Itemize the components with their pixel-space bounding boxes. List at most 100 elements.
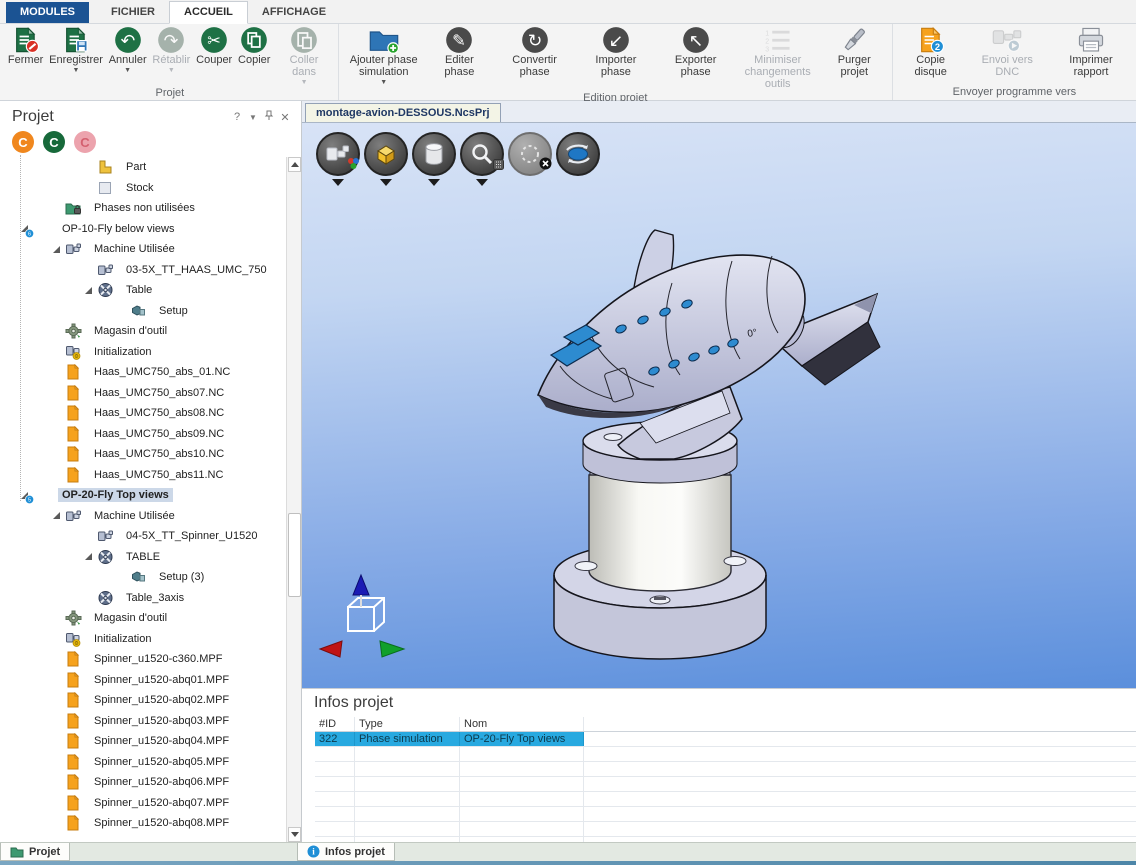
- dropdown-caret-icon[interactable]: [332, 179, 344, 186]
- c-orange-icon[interactable]: C: [12, 131, 34, 153]
- tree-item-phases-non-utilis-es[interactable]: Phases non utilisées: [0, 198, 301, 219]
- column-header-id[interactable]: #ID: [315, 717, 355, 731]
- tree-item-stock[interactable]: Stock: [0, 178, 301, 199]
- tree-item-label: Spinner_u1520-abq04.MPF: [90, 734, 233, 748]
- ribbon-tab-modules[interactable]: MODULES: [6, 2, 89, 23]
- tree-item-spinner-u1520-abq02-mpf[interactable]: Spinner_u1520-abq02.MPF: [0, 690, 301, 711]
- ribbon-button-imprimer-rapport[interactable]: Imprimer rapport: [1049, 25, 1133, 80]
- expander-icon[interactable]: [85, 553, 92, 560]
- help-icon[interactable]: ?: [229, 111, 245, 123]
- ribbon-button-fermer[interactable]: Fermer: [5, 25, 46, 68]
- tree-item-haas-umc750-abs07-nc[interactable]: Haas_UMC750_abs07.NC: [0, 383, 301, 404]
- tree-item-machine-utilis-e[interactable]: Machine Utilisée: [0, 506, 301, 527]
- ribbon-button-editer-phase[interactable]: ✎Editer phase: [426, 25, 493, 80]
- pin-icon[interactable]: [261, 110, 277, 124]
- tree-item-spinner-u1520-abq01-mpf[interactable]: Spinner_u1520-abq01.MPF: [0, 670, 301, 691]
- ribbon-button-label: Imprimer rapport: [1052, 55, 1130, 79]
- tree-item-magasin-d-outil[interactable]: Magasin d'outil: [0, 321, 301, 342]
- tree-item-spinner-u1520-c360-mpf[interactable]: Spinner_u1520-c360.MPF: [0, 649, 301, 670]
- tree-item-haas-umc750-abs-01-nc[interactable]: Haas_UMC750_abs_01.NC: [0, 362, 301, 383]
- viewport-tool-tb-cylinder[interactable]: [412, 132, 459, 192]
- expander-icon[interactable]: [85, 287, 92, 294]
- viewport-tool-tb-lasso: [508, 132, 555, 192]
- tree-item-spinner-u1520-abq04-mpf[interactable]: Spinner_u1520-abq04.MPF: [0, 731, 301, 752]
- ribbon-button-label: Editer phase: [429, 55, 490, 79]
- viewport-tool-tb-machine[interactable]: [316, 132, 363, 192]
- ribbon-button-couper[interactable]: ✂Couper: [193, 25, 235, 68]
- chevron-down-icon[interactable]: ▼: [245, 113, 261, 122]
- viewport-3d[interactable]: 0°: [302, 123, 1136, 688]
- tree-item-label: Machine Utilisée: [90, 242, 179, 256]
- tree-item-haas-umc750-abs10-nc[interactable]: Haas_UMC750_abs10.NC: [0, 444, 301, 465]
- tree-item-label: TABLE: [122, 550, 164, 564]
- ribbon-tabbar: MODULES FICHIERACCUEILAFFICHAGE: [0, 0, 1136, 24]
- statusbar-tab-infos[interactable]: i Infos projet: [297, 843, 395, 861]
- viewport-tool-tb-cube[interactable]: [364, 132, 411, 192]
- ribbon-button-importer-phase[interactable]: ↙Importer phase: [576, 25, 655, 80]
- table-wheel-icon: [97, 590, 114, 606]
- infos-table-row[interactable]: 322Phase simulationOP-20-Fly Top views: [315, 732, 1136, 747]
- ribbon-button-ajouter-phase-simulation[interactable]: Ajouter phase simulation ▼: [342, 25, 426, 87]
- ribbon-button-enregistrer[interactable]: Enregistrer ▼: [46, 25, 106, 75]
- expander-icon[interactable]: [53, 512, 60, 519]
- tree-item-03-5x-tt-haas-umc-750[interactable]: 03-5X_TT_HAAS_UMC_750: [0, 260, 301, 281]
- ribbon-button-annuler[interactable]: ↶Annuler ▼: [106, 25, 150, 75]
- project-tree: Part Stock Phases non utilisées 6 OP-10-…: [0, 157, 301, 834]
- dropdown-caret-icon[interactable]: [380, 179, 392, 186]
- ribbon-button-copier[interactable]: Copier: [235, 25, 273, 68]
- tree-item-label: 03-5X_TT_HAAS_UMC_750: [122, 263, 271, 277]
- tree-item-setup[interactable]: Setup: [0, 301, 301, 322]
- svg-text:↙: ↙: [609, 30, 624, 50]
- tree-item-label: OP-10-Fly below views: [58, 222, 178, 236]
- machine-icon: [65, 508, 82, 524]
- tree-item-spinner-u1520-abq05-mpf[interactable]: Spinner_u1520-abq05.MPF: [0, 752, 301, 773]
- tree-item-label: Spinner_u1520-abq02.MPF: [90, 693, 233, 707]
- column-header-type[interactable]: Type: [355, 717, 460, 731]
- close-icon[interactable]: ✕: [277, 111, 293, 124]
- expander-icon[interactable]: [53, 246, 60, 253]
- ribbon-tab-accueil[interactable]: ACCUEIL: [169, 1, 248, 24]
- viewport-tool-tb-zoom[interactable]: [460, 132, 507, 192]
- tree-item-table[interactable]: Table: [0, 280, 301, 301]
- ribbon-button-exporter-phase[interactable]: ↖Exporter phase: [656, 25, 736, 80]
- tree-scrollbar[interactable]: [286, 157, 301, 842]
- tree-item-op-20-fly-top-views[interactable]: 5 OP-20-Fly Top views: [0, 485, 301, 506]
- infos-table-empty-row: [315, 822, 1136, 837]
- statusbar-tab-projet[interactable]: Projet: [0, 843, 70, 861]
- c-green-icon[interactable]: C: [43, 131, 65, 153]
- tree-item-spinner-u1520-abq03-mpf[interactable]: Spinner_u1520-abq03.MPF: [0, 711, 301, 732]
- c-pink-icon[interactable]: C: [74, 131, 96, 153]
- ribbon-groups: Fermer Enregistrer ▼ ↶Annuler ▼ ↷Rétabli…: [0, 24, 1136, 100]
- tree-item-haas-umc750-abs08-nc[interactable]: Haas_UMC750_abs08.NC: [0, 403, 301, 424]
- ribbon-tab-affichage[interactable]: AFFICHAGE: [248, 2, 340, 23]
- tree-item-04-5x-tt-spinner-u1520[interactable]: 04-5X_TT_Spinner_U1520: [0, 526, 301, 547]
- tree-item-haas-umc750-abs11-nc[interactable]: Haas_UMC750_abs11.NC: [0, 465, 301, 486]
- tree-item-part[interactable]: Part: [0, 157, 301, 178]
- tree-item-table[interactable]: TABLE: [0, 547, 301, 568]
- ribbon-button-convertir-phase[interactable]: ↻Convertir phase: [493, 25, 576, 80]
- tree-item-initialization[interactable]: ⚙ Initialization: [0, 629, 301, 650]
- tree-item-haas-umc750-abs09-nc[interactable]: Haas_UMC750_abs09.NC: [0, 424, 301, 445]
- tree-item-spinner-u1520-abq07-mpf[interactable]: Spinner_u1520-abq07.MPF: [0, 793, 301, 814]
- dropdown-caret-icon[interactable]: [476, 179, 488, 186]
- scroll-up-icon[interactable]: [288, 157, 301, 172]
- ribbon-tab-fichier[interactable]: FICHIER: [97, 2, 169, 23]
- tree-item-setup-3-[interactable]: Setup (3): [0, 567, 301, 588]
- scroll-down-icon[interactable]: [288, 827, 301, 842]
- tree-item-spinner-u1520-abq06-mpf[interactable]: Spinner_u1520-abq06.MPF: [0, 772, 301, 793]
- infos-table-header: #IDTypeNom: [315, 717, 1136, 732]
- tree-item-op-10-fly-below-views[interactable]: 6 OP-10-Fly below views: [0, 219, 301, 240]
- column-header-nom[interactable]: Nom: [460, 717, 584, 731]
- tree-item-initialization[interactable]: ⚙ Initialization: [0, 342, 301, 363]
- table-wheel-icon: [97, 282, 114, 298]
- tree-item-machine-utilis-e[interactable]: Machine Utilisée: [0, 239, 301, 260]
- tree-item-spinner-u1520-abq08-mpf[interactable]: Spinner_u1520-abq08.MPF: [0, 813, 301, 834]
- tree-item-magasin-d-outil[interactable]: Magasin d'outil: [0, 608, 301, 629]
- scrollbar-thumb[interactable]: [288, 513, 301, 597]
- ribbon-button-copie-disque[interactable]: 2Copie disque: [896, 25, 966, 80]
- dropdown-caret-icon[interactable]: [428, 179, 440, 186]
- viewport-tool-tb-orbit[interactable]: [556, 132, 603, 192]
- document-tab[interactable]: montage-avion-DESSOUS.NcsPrj: [305, 103, 501, 122]
- tree-item-table-3axis[interactable]: Table_3axis: [0, 588, 301, 609]
- ribbon-button-purger-projet[interactable]: Purger projet: [820, 25, 889, 80]
